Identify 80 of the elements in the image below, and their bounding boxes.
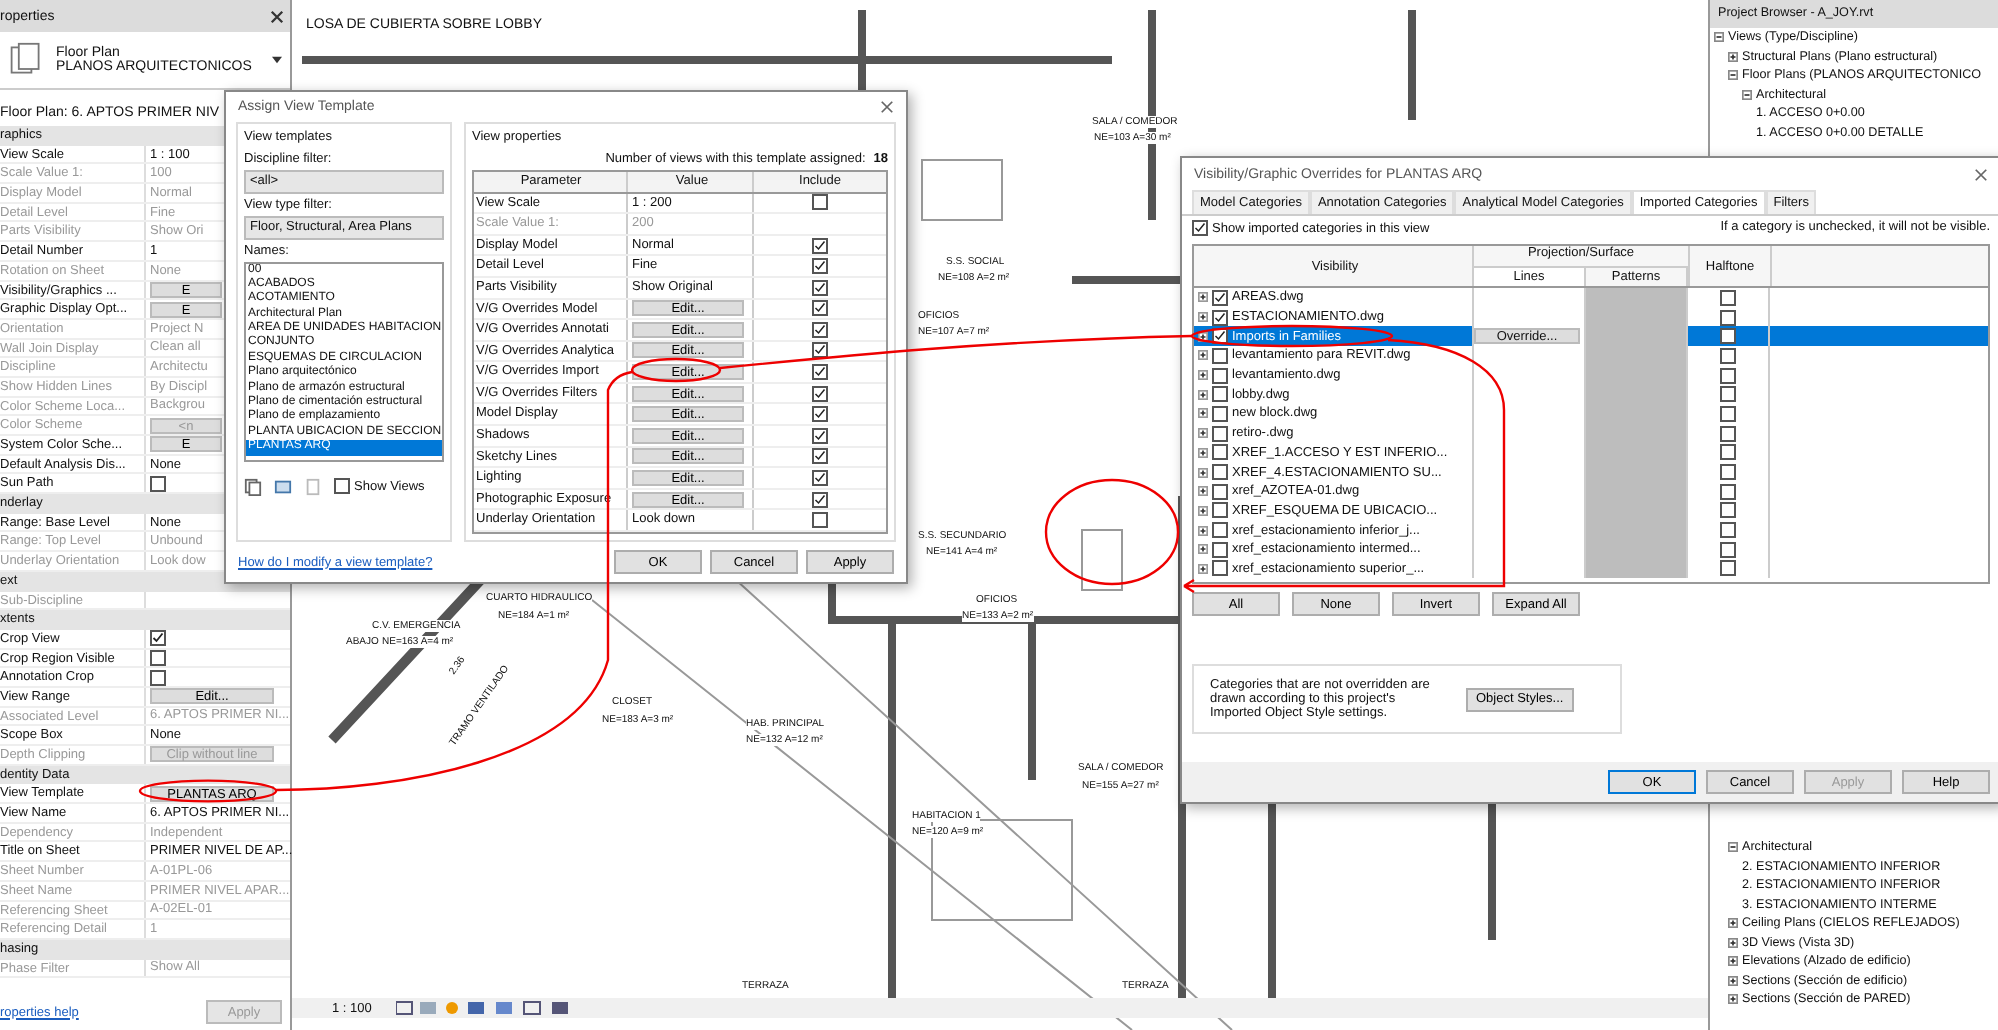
expand-icon[interactable] — [1198, 428, 1208, 439]
expand-icon[interactable] — [1198, 486, 1208, 497]
expand-icon[interactable] — [1198, 389, 1208, 400]
checkbox[interactable] — [150, 669, 166, 686]
checkbox[interactable] — [812, 364, 828, 381]
checkbox[interactable] — [1720, 289, 1736, 306]
checkbox[interactable] — [812, 321, 828, 338]
checkbox[interactable] — [1212, 522, 1228, 539]
expand-toggle[interactable] — [1728, 956, 1738, 967]
duplicate-icon[interactable] — [244, 477, 262, 496]
checkbox[interactable] — [1212, 425, 1228, 442]
checkbox[interactable] — [1720, 386, 1736, 403]
checkbox[interactable] — [1720, 347, 1736, 364]
checkbox[interactable] — [334, 478, 350, 495]
expand-toggle[interactable] — [1728, 975, 1738, 986]
checkbox[interactable] — [1720, 522, 1736, 539]
expand-toggle[interactable] — [1728, 918, 1738, 929]
checkbox[interactable] — [812, 406, 828, 423]
checkbox[interactable] — [1720, 560, 1736, 577]
checkbox[interactable] — [812, 491, 828, 508]
checkbox[interactable] — [1720, 405, 1736, 422]
expand-toggle[interactable] — [1728, 842, 1738, 853]
expand-icon[interactable] — [1198, 447, 1208, 458]
expand-icon[interactable] — [1198, 467, 1208, 478]
checkbox[interactable] — [1720, 367, 1736, 384]
expand-icon[interactable] — [1198, 563, 1208, 574]
checkbox[interactable] — [812, 258, 828, 275]
checkbox[interactable] — [1720, 309, 1736, 326]
checkbox[interactable] — [812, 194, 828, 211]
checkbox[interactable] — [1212, 309, 1228, 326]
floor-plan-icon — [8, 42, 44, 78]
checkbox[interactable] — [1212, 347, 1228, 364]
checkbox[interactable] — [812, 300, 828, 317]
expand-toggle[interactable] — [1728, 51, 1738, 62]
expand-icon[interactable] — [1198, 505, 1208, 516]
checkbox[interactable] — [1720, 541, 1736, 558]
close-icon[interactable] — [880, 99, 894, 114]
checkbox[interactable] — [1212, 405, 1228, 422]
expand-icon[interactable] — [1198, 370, 1208, 381]
checkbox[interactable] — [1212, 464, 1228, 481]
expand-toggle[interactable] — [1714, 32, 1724, 43]
checkbox[interactable] — [1212, 483, 1228, 500]
expand-icon[interactable] — [1198, 544, 1208, 555]
checkbox[interactable] — [812, 385, 828, 402]
checkbox[interactable] — [1720, 328, 1736, 345]
close-icon[interactable] — [270, 9, 284, 23]
expand-toggle[interactable] — [1742, 89, 1752, 100]
expand-icon[interactable] — [1198, 312, 1208, 323]
checkbox[interactable] — [1212, 541, 1228, 558]
checkbox[interactable] — [1720, 464, 1736, 481]
checkbox[interactable] — [150, 630, 166, 647]
close-icon[interactable] — [1974, 167, 1988, 181]
expand-icon[interactable] — [1198, 408, 1208, 419]
expand-toggle[interactable] — [1728, 70, 1738, 81]
checkbox[interactable] — [812, 448, 828, 465]
checkbox[interactable] — [1720, 444, 1736, 461]
checkbox[interactable] — [812, 427, 828, 444]
checkbox[interactable] — [812, 279, 828, 296]
expand-toggle[interactable] — [1728, 937, 1738, 948]
checkbox[interactable] — [1212, 289, 1228, 306]
checkbox[interactable] — [150, 475, 166, 492]
expand-toggle[interactable] — [1728, 994, 1738, 1005]
dropdown-icon — [272, 56, 282, 64]
checkbox[interactable] — [1720, 425, 1736, 442]
expand-icon[interactable] — [1198, 525, 1208, 536]
checkbox[interactable] — [1212, 560, 1228, 577]
checkbox[interactable] — [812, 470, 828, 487]
checkbox[interactable] — [1212, 386, 1228, 403]
checkbox[interactable] — [1212, 367, 1228, 384]
expand-icon[interactable] — [1198, 331, 1208, 342]
checkbox[interactable] — [1192, 220, 1208, 236]
checkbox[interactable] — [1212, 502, 1228, 519]
checkbox[interactable] — [1720, 483, 1736, 500]
checkbox[interactable] — [812, 237, 828, 254]
checkbox[interactable] — [1212, 444, 1228, 461]
checkbox[interactable] — [812, 512, 828, 529]
checkbox[interactable] — [812, 342, 828, 359]
expand-icon[interactable] — [1198, 350, 1208, 361]
expand-icon[interactable] — [1198, 292, 1208, 303]
checkbox[interactable] — [1720, 502, 1736, 519]
